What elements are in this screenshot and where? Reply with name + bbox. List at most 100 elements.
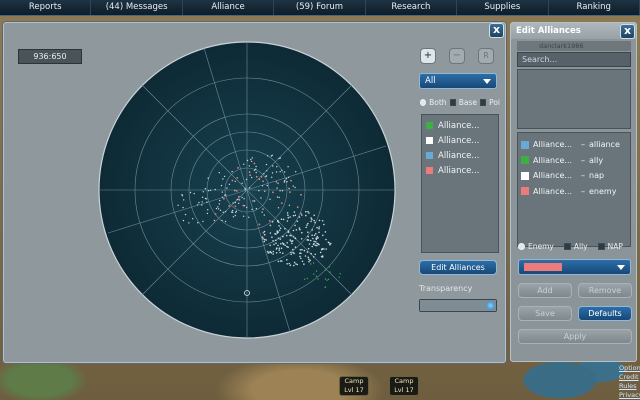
add-button[interactable]: Add — [518, 283, 572, 298]
list-item[interactable]: Alliance... – alliance — [518, 137, 630, 153]
radar-dot — [206, 212, 209, 215]
alliances-close-button[interactable]: x — [620, 24, 635, 39]
transparency-slider[interactable] — [419, 299, 497, 312]
link-credits[interactable]: Credit — [619, 373, 640, 382]
radar-dot — [221, 191, 223, 193]
radar-dot — [307, 247, 310, 250]
link-rules[interactable]: Rules — [619, 382, 640, 391]
radar-dot — [204, 197, 207, 200]
search-results-list[interactable] — [517, 69, 631, 129]
camp-marker[interactable]: Camp Lvl 17 — [339, 376, 369, 396]
nav-messages[interactable]: (44) Messages — [91, 0, 183, 15]
link-privacy[interactable]: Privacy — [619, 391, 640, 400]
radar-dot — [271, 236, 273, 238]
radar-dot — [234, 189, 236, 192]
radar-dot — [307, 231, 309, 233]
radar-dot — [204, 188, 207, 190]
map-close-button[interactable]: x — [489, 23, 504, 38]
edit-alliances-button[interactable]: Edit Alliances — [419, 260, 497, 275]
radar-dot — [280, 260, 283, 262]
radar-dot — [182, 206, 184, 209]
nav-reports[interactable]: Reports — [0, 0, 92, 15]
nav-forum[interactable]: (59) Forum — [274, 0, 366, 15]
radar-dot — [266, 184, 268, 187]
camp-level: Lvl 17 — [344, 386, 364, 394]
radar-dot — [253, 169, 256, 171]
radio-ally[interactable] — [563, 243, 571, 250]
radar-dot — [308, 212, 310, 214]
alliance-filter-select[interactable]: All — [419, 73, 497, 89]
link-options[interactable]: Option — [619, 364, 640, 373]
radio-enemy[interactable] — [518, 243, 525, 250]
nav-supplies[interactable]: Supplies — [457, 0, 549, 15]
list-item[interactable]: Alliance... – nap — [518, 168, 630, 184]
radar-dot — [221, 196, 224, 198]
radar-dot — [276, 247, 278, 249]
apply-button[interactable]: Apply — [518, 329, 632, 344]
radar-dot — [314, 253, 316, 256]
radar-dot — [294, 186, 296, 189]
radar-dot — [249, 174, 252, 177]
legend-item[interactable]: Alliance... — [422, 148, 498, 163]
radar-dot — [188, 222, 190, 224]
nav-research[interactable]: Research — [366, 0, 458, 15]
radar-dot — [272, 250, 275, 253]
radar-dot — [279, 157, 281, 159]
legend-item[interactable]: Alliance... — [422, 163, 498, 178]
radar-dot — [246, 159, 249, 162]
nav-alliance[interactable]: Alliance — [183, 0, 275, 15]
radio-base[interactable] — [449, 99, 456, 106]
alliance-name: Alliance... — [533, 140, 573, 150]
radio-both-label: Both — [429, 98, 447, 107]
save-button[interactable]: Save — [518, 306, 572, 321]
radar-dot — [231, 209, 234, 212]
player-name: danclark1986 — [517, 41, 631, 51]
nav-ranking[interactable]: Ranking — [549, 0, 640, 15]
radio-both[interactable] — [420, 99, 427, 106]
radio-enemy-label: Enemy — [528, 242, 554, 251]
list-item[interactable]: Alliance... – ally — [518, 153, 630, 169]
radar-dot — [309, 259, 311, 262]
radar-dot — [286, 220, 289, 222]
camp-marker[interactable]: Camp Lvl 17 — [389, 376, 419, 396]
radio-poi[interactable] — [479, 99, 487, 106]
color-select[interactable] — [518, 259, 631, 275]
list-item[interactable]: Alliance... – enemy — [518, 184, 630, 200]
radar-dot — [290, 253, 292, 256]
radar-dot — [263, 240, 265, 243]
radar-dot — [305, 210, 307, 213]
radar-dot — [308, 258, 310, 260]
radio-nap-label: NAP — [607, 242, 623, 251]
radar-dot — [252, 200, 254, 202]
radar-dot — [288, 262, 291, 265]
radar-dot — [263, 238, 266, 241]
radar-dot — [238, 199, 241, 201]
radar-dot — [316, 235, 319, 238]
radar-dot — [301, 260, 304, 263]
radar-dot — [286, 212, 289, 214]
radar-dot — [325, 238, 327, 241]
reset-view-button[interactable]: R — [478, 48, 494, 64]
slider-handle[interactable] — [486, 301, 495, 310]
radar-dot — [275, 252, 278, 254]
radar-map[interactable] — [97, 33, 397, 347]
relation-type: ally — [589, 155, 604, 165]
defaults-button[interactable]: Defaults — [578, 306, 632, 321]
radar-dot — [278, 247, 281, 249]
alliance-search-input[interactable] — [517, 52, 631, 67]
dash: – — [581, 186, 585, 196]
radar-dot — [207, 177, 209, 179]
legend-item[interactable]: Alliance... — [422, 118, 498, 133]
radar-dot — [253, 200, 256, 202]
radar-dot — [232, 211, 234, 214]
radar-dot — [275, 171, 278, 173]
chevron-down-icon — [617, 265, 625, 270]
radar-dot — [202, 191, 204, 193]
zoom-in-button[interactable]: + — [420, 48, 436, 64]
top-navigation-bar: Reports (44) Messages Alliance (59) Foru… — [0, 0, 640, 16]
remove-button[interactable]: Remove — [578, 283, 632, 298]
legend-item[interactable]: Alliance... — [422, 133, 498, 148]
radar-dot — [228, 183, 231, 185]
radio-nap[interactable] — [597, 243, 605, 250]
zoom-out-button[interactable]: − — [449, 48, 465, 64]
